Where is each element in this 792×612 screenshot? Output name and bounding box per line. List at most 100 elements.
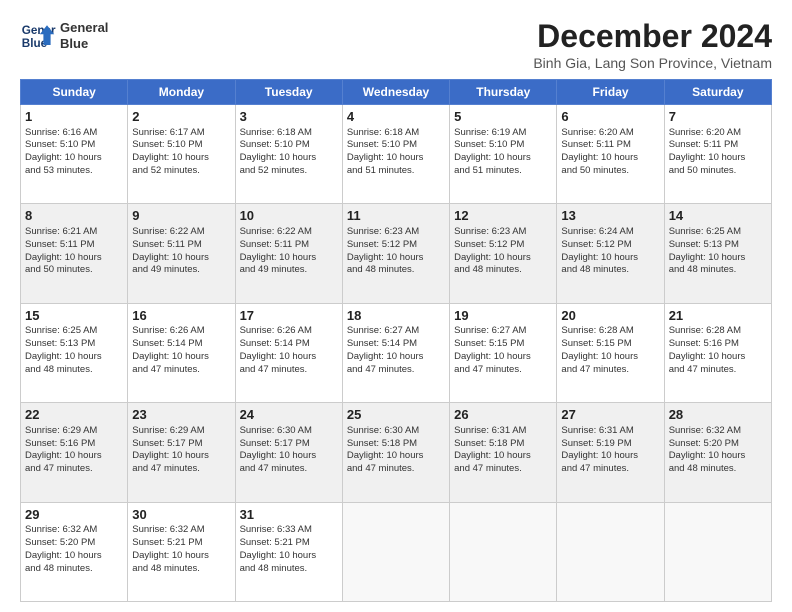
day-number: 14 <box>669 207 767 225</box>
day-info-line: Sunset: 5:21 PM <box>240 537 338 550</box>
day-info-line: Sunrise: 6:29 AM <box>132 425 230 438</box>
day-info-line: Daylight: 10 hours <box>132 152 230 165</box>
day-info-line: and 47 minutes. <box>561 364 659 377</box>
title-block: December 2024 Binh Gia, Lang Son Provinc… <box>533 18 772 71</box>
day-info-line: Sunrise: 6:29 AM <box>25 425 123 438</box>
day-info-line: and 47 minutes. <box>347 364 445 377</box>
day-info-line: Sunset: 5:11 PM <box>132 239 230 252</box>
day-info-line: Sunset: 5:10 PM <box>132 139 230 152</box>
day-info-line: Sunset: 5:13 PM <box>669 239 767 252</box>
logo: General Blue General Blue <box>20 18 108 54</box>
calendar-week-2: 8Sunrise: 6:21 AMSunset: 5:11 PMDaylight… <box>21 204 772 303</box>
day-info-line: and 52 minutes. <box>132 165 230 178</box>
day-info-line: Sunrise: 6:18 AM <box>347 127 445 140</box>
day-info-line: Daylight: 10 hours <box>132 252 230 265</box>
day-info-line: and 52 minutes. <box>240 165 338 178</box>
calendar-cell: 3Sunrise: 6:18 AMSunset: 5:10 PMDaylight… <box>235 105 342 204</box>
day-info-line: and 48 minutes. <box>669 463 767 476</box>
day-info-line: Daylight: 10 hours <box>240 252 338 265</box>
day-info-line: Sunset: 5:10 PM <box>454 139 552 152</box>
day-info-line: Daylight: 10 hours <box>561 252 659 265</box>
calendar-cell: 4Sunrise: 6:18 AMSunset: 5:10 PMDaylight… <box>342 105 449 204</box>
day-info-line: Sunset: 5:12 PM <box>561 239 659 252</box>
calendar-cell: 24Sunrise: 6:30 AMSunset: 5:17 PMDayligh… <box>235 403 342 502</box>
day-info-line: Sunrise: 6:22 AM <box>132 226 230 239</box>
day-number: 20 <box>561 307 659 325</box>
day-info-line: Sunset: 5:10 PM <box>347 139 445 152</box>
day-info-line: and 50 minutes. <box>25 264 123 277</box>
day-number: 9 <box>132 207 230 225</box>
day-info-line: Sunrise: 6:23 AM <box>347 226 445 239</box>
day-info-line: Daylight: 10 hours <box>25 450 123 463</box>
day-info-line: Sunset: 5:10 PM <box>240 139 338 152</box>
day-info-line: Sunrise: 6:20 AM <box>561 127 659 140</box>
day-number: 13 <box>561 207 659 225</box>
day-info-line: and 47 minutes. <box>454 364 552 377</box>
day-info-line: Sunset: 5:15 PM <box>561 338 659 351</box>
day-info-line: Sunrise: 6:24 AM <box>561 226 659 239</box>
calendar-cell: 21Sunrise: 6:28 AMSunset: 5:16 PMDayligh… <box>664 303 771 402</box>
day-info-line: Daylight: 10 hours <box>347 450 445 463</box>
day-info-line: Sunset: 5:18 PM <box>454 438 552 451</box>
day-header-friday: Friday <box>557 80 664 105</box>
day-info-line: and 48 minutes. <box>132 563 230 576</box>
day-info-line: Sunset: 5:15 PM <box>454 338 552 351</box>
day-info-line: and 48 minutes. <box>347 264 445 277</box>
month-title: December 2024 <box>533 18 772 55</box>
day-number: 5 <box>454 108 552 126</box>
day-number: 18 <box>347 307 445 325</box>
day-info-line: Sunrise: 6:30 AM <box>347 425 445 438</box>
day-info-line: Sunset: 5:19 PM <box>561 438 659 451</box>
day-number: 26 <box>454 406 552 424</box>
calendar-table: SundayMondayTuesdayWednesdayThursdayFrid… <box>20 79 772 602</box>
day-number: 30 <box>132 506 230 524</box>
day-info-line: and 47 minutes. <box>240 463 338 476</box>
calendar-cell: 31Sunrise: 6:33 AMSunset: 5:21 PMDayligh… <box>235 502 342 601</box>
day-info-line: and 47 minutes. <box>132 463 230 476</box>
day-number: 28 <box>669 406 767 424</box>
day-info-line: Daylight: 10 hours <box>240 152 338 165</box>
day-info-line: Daylight: 10 hours <box>454 351 552 364</box>
day-info-line: Daylight: 10 hours <box>561 450 659 463</box>
day-info-line: Daylight: 10 hours <box>240 351 338 364</box>
day-info-line: Sunset: 5:11 PM <box>25 239 123 252</box>
day-info-line: Sunrise: 6:27 AM <box>347 325 445 338</box>
day-info-line: Sunrise: 6:23 AM <box>454 226 552 239</box>
day-number: 10 <box>240 207 338 225</box>
day-header-thursday: Thursday <box>450 80 557 105</box>
day-number: 31 <box>240 506 338 524</box>
day-header-tuesday: Tuesday <box>235 80 342 105</box>
day-info-line: and 49 minutes. <box>132 264 230 277</box>
day-info-line: and 48 minutes. <box>25 563 123 576</box>
day-info-line: and 47 minutes. <box>240 364 338 377</box>
calendar-week-3: 15Sunrise: 6:25 AMSunset: 5:13 PMDayligh… <box>21 303 772 402</box>
day-info-line: Sunset: 5:11 PM <box>240 239 338 252</box>
day-info-line: Sunrise: 6:31 AM <box>454 425 552 438</box>
day-info-line: Daylight: 10 hours <box>454 152 552 165</box>
day-header-wednesday: Wednesday <box>342 80 449 105</box>
day-info-line: and 47 minutes. <box>132 364 230 377</box>
day-header-sunday: Sunday <box>21 80 128 105</box>
calendar-cell: 15Sunrise: 6:25 AMSunset: 5:13 PMDayligh… <box>21 303 128 402</box>
day-number: 22 <box>25 406 123 424</box>
day-info-line: and 47 minutes. <box>25 463 123 476</box>
day-info-line: Sunrise: 6:33 AM <box>240 524 338 537</box>
calendar-cell: 5Sunrise: 6:19 AMSunset: 5:10 PMDaylight… <box>450 105 557 204</box>
day-info-line: Daylight: 10 hours <box>561 351 659 364</box>
calendar-cell: 10Sunrise: 6:22 AMSunset: 5:11 PMDayligh… <box>235 204 342 303</box>
day-info-line: Daylight: 10 hours <box>347 351 445 364</box>
day-info-line: Sunrise: 6:32 AM <box>132 524 230 537</box>
day-info-line: Sunset: 5:21 PM <box>132 537 230 550</box>
day-info-line: Sunset: 5:16 PM <box>669 338 767 351</box>
calendar-week-5: 29Sunrise: 6:32 AMSunset: 5:20 PMDayligh… <box>21 502 772 601</box>
day-info-line: Sunset: 5:20 PM <box>25 537 123 550</box>
logo-text: General Blue <box>60 20 108 51</box>
day-number: 29 <box>25 506 123 524</box>
calendar-cell: 6Sunrise: 6:20 AMSunset: 5:11 PMDaylight… <box>557 105 664 204</box>
day-info-line: and 51 minutes. <box>454 165 552 178</box>
day-number: 27 <box>561 406 659 424</box>
day-info-line: Sunrise: 6:26 AM <box>132 325 230 338</box>
day-info-line: Sunset: 5:10 PM <box>25 139 123 152</box>
day-info-line: and 50 minutes. <box>561 165 659 178</box>
day-info-line: Sunrise: 6:18 AM <box>240 127 338 140</box>
